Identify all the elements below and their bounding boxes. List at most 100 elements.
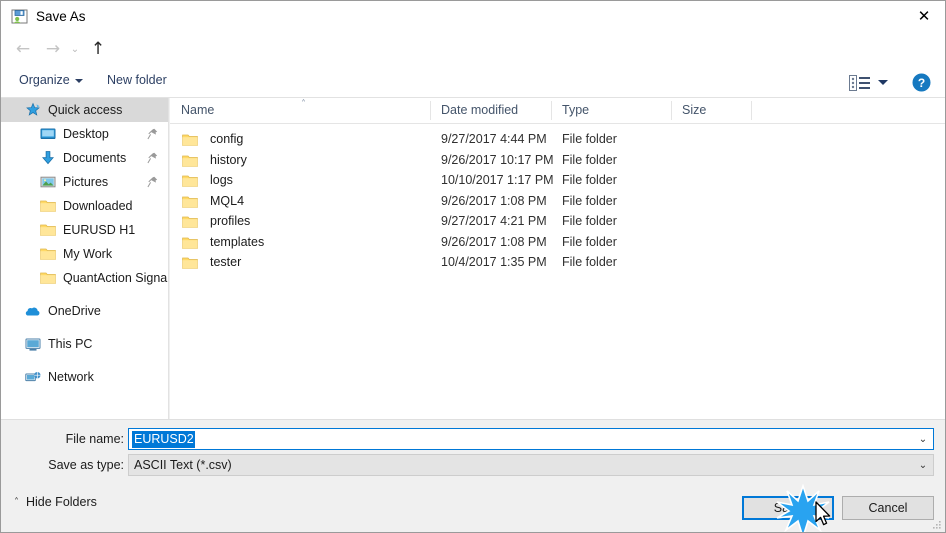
sidebar-item-label: Desktop [63,127,109,141]
file-name-label: File name: [65,432,124,446]
sidebar-item-documents[interactable]: Documents [1,146,168,170]
pictures-icon [39,174,56,191]
table-row[interactable]: history 9/26/2017 10:17 PM File folder [170,151,945,173]
table-row[interactable]: MQL4 9/26/2017 1:08 PM File folder [170,192,945,214]
cell-name: profiles [210,214,251,228]
sidebar-item-label: Network [48,370,94,384]
sidebar-item-label: Downloaded [63,199,133,213]
arrow-up-icon: ↑ [90,39,106,59]
new-folder-button[interactable]: New folder [107,73,167,87]
forward-button[interactable]: → [40,37,66,62]
chevron-down-icon[interactable]: ⌄ [913,455,933,475]
save-as-type-value: ASCII Text (*.csv) [134,458,232,472]
folder-icon [182,154,198,173]
back-button[interactable]: ← [10,37,36,62]
save-as-icon [11,8,28,25]
chevron-up-icon: ˄ [14,496,19,508]
hide-folders-button[interactable]: ˄ Hide Folders [14,491,97,513]
chevron-down-icon: ⌄ [70,43,80,55]
cell-date-modified: 10/4/2017 1:35 PM [441,255,547,269]
sidebar-item-network[interactable]: Network [1,365,168,389]
file-list-pane[interactable]: Name ˄ Date modified Type Size config 9/… [170,98,945,419]
folder-icon [182,215,198,234]
table-row[interactable]: templates 9/26/2017 1:08 PM File folder [170,233,945,255]
table-row[interactable]: config 9/27/2017 4:44 PM File folder [170,130,945,152]
sidebar-item-eurusd-h1[interactable]: EURUSD H1 [1,218,168,242]
cell-date-modified: 9/26/2017 1:08 PM [441,234,547,249]
file-name-value: EURUSD2 [132,430,195,448]
up-button[interactable]: ↑ [85,37,111,62]
chevron-down-icon[interactable]: ⌄ [913,429,933,449]
folder-icon [182,133,198,152]
cell-date-modified: 9/27/2017 4:21 PM [441,214,547,228]
column-header-size[interactable]: Size [682,103,706,117]
view-options-caret-icon[interactable] [878,80,888,85]
pin-icon[interactable] [147,127,158,145]
sidebar-item-quantaction-signal[interactable]: QuantAction Signal [1,266,168,290]
star-pin-icon [24,102,41,119]
cell-name: tester [210,255,242,269]
view-list-icon[interactable] [849,74,871,92]
folder-icon [39,198,56,215]
folder-icon [182,236,198,255]
column-header-date-modified[interactable]: Date modified [441,103,518,117]
cell-type: File folder [562,255,617,269]
navigation-pane[interactable]: Quick access Desktop Documents Pictures … [1,98,169,419]
resize-grip[interactable] [930,518,942,530]
recent-locations-button[interactable]: ⌄ [67,37,83,62]
file-name-input[interactable]: EURUSD2 ⌄ [128,428,934,450]
save-as-type-select[interactable]: ASCII Text (*.csv) ⌄ [128,454,934,476]
column-divider[interactable] [430,101,431,120]
cell-type: File folder [562,152,617,167]
save-button[interactable]: Save [742,496,834,520]
sidebar-item-quick-access[interactable]: Quick access [1,98,168,122]
column-divider[interactable] [551,101,552,120]
window-title: Save As [36,9,86,24]
column-header-type[interactable]: Type [562,103,589,117]
sidebar-item-label: EURUSD H1 [63,223,136,237]
sort-ascending-icon: ˄ [301,99,306,110]
cell-date-modified: 9/27/2017 4:44 PM [441,132,547,146]
cell-name: history [210,152,247,167]
title-bar: Save As ✕ [1,1,945,32]
folder-icon [39,246,56,263]
cell-type: File folder [562,193,617,208]
help-icon[interactable]: ? [912,73,931,92]
pin-icon[interactable] [147,175,158,193]
cell-date-modified: 9/26/2017 1:08 PM [441,193,547,208]
command-bar: Organize New folder ? [1,67,945,98]
arrow-left-icon: ← [15,39,31,59]
save-button-label: Save [773,501,803,515]
cancel-button-label: Cancel [868,501,908,515]
this-pc-icon [24,336,41,353]
sidebar-item-onedrive[interactable]: OneDrive [1,299,168,323]
sidebar-item-this-pc[interactable]: This PC [1,332,168,356]
close-button[interactable]: ✕ [901,1,945,32]
table-row[interactable]: profiles 9/27/2017 4:21 PM File folder [170,212,945,234]
hide-folders-label: Hide Folders [26,495,97,509]
save-as-dialog: Save As ✕ ← → ⌄ ↑ « Roaming › [0,0,946,533]
sidebar-item-label: Documents [63,151,127,165]
sidebar-item-my-work[interactable]: My Work [1,242,168,266]
column-divider[interactable] [671,101,672,120]
sidebar-item-downloaded[interactable]: Downloaded [1,194,168,218]
organize-button[interactable]: Organize [19,73,70,87]
sidebar-item-pictures[interactable]: Pictures [1,170,168,194]
sidebar-item-label: My Work [63,247,113,261]
sidebar-item-label: This PC [48,337,93,351]
column-header-name[interactable]: Name [181,103,214,117]
sidebar-item-desktop[interactable]: Desktop [1,122,168,146]
table-row[interactable]: logs 10/10/2017 1:17 PM File folder [170,171,945,192]
pin-icon[interactable] [147,151,158,169]
column-divider[interactable] [751,101,752,120]
folder-icon [182,195,198,214]
cell-name: config [210,132,244,146]
sidebar-item-label: OneDrive [48,304,101,318]
cell-date-modified: 10/10/2017 1:17 PM [441,173,554,187]
table-row[interactable]: tester 10/4/2017 1:35 PM File folder [170,253,945,274]
cancel-button[interactable]: Cancel [842,496,934,520]
network-icon [24,369,41,386]
